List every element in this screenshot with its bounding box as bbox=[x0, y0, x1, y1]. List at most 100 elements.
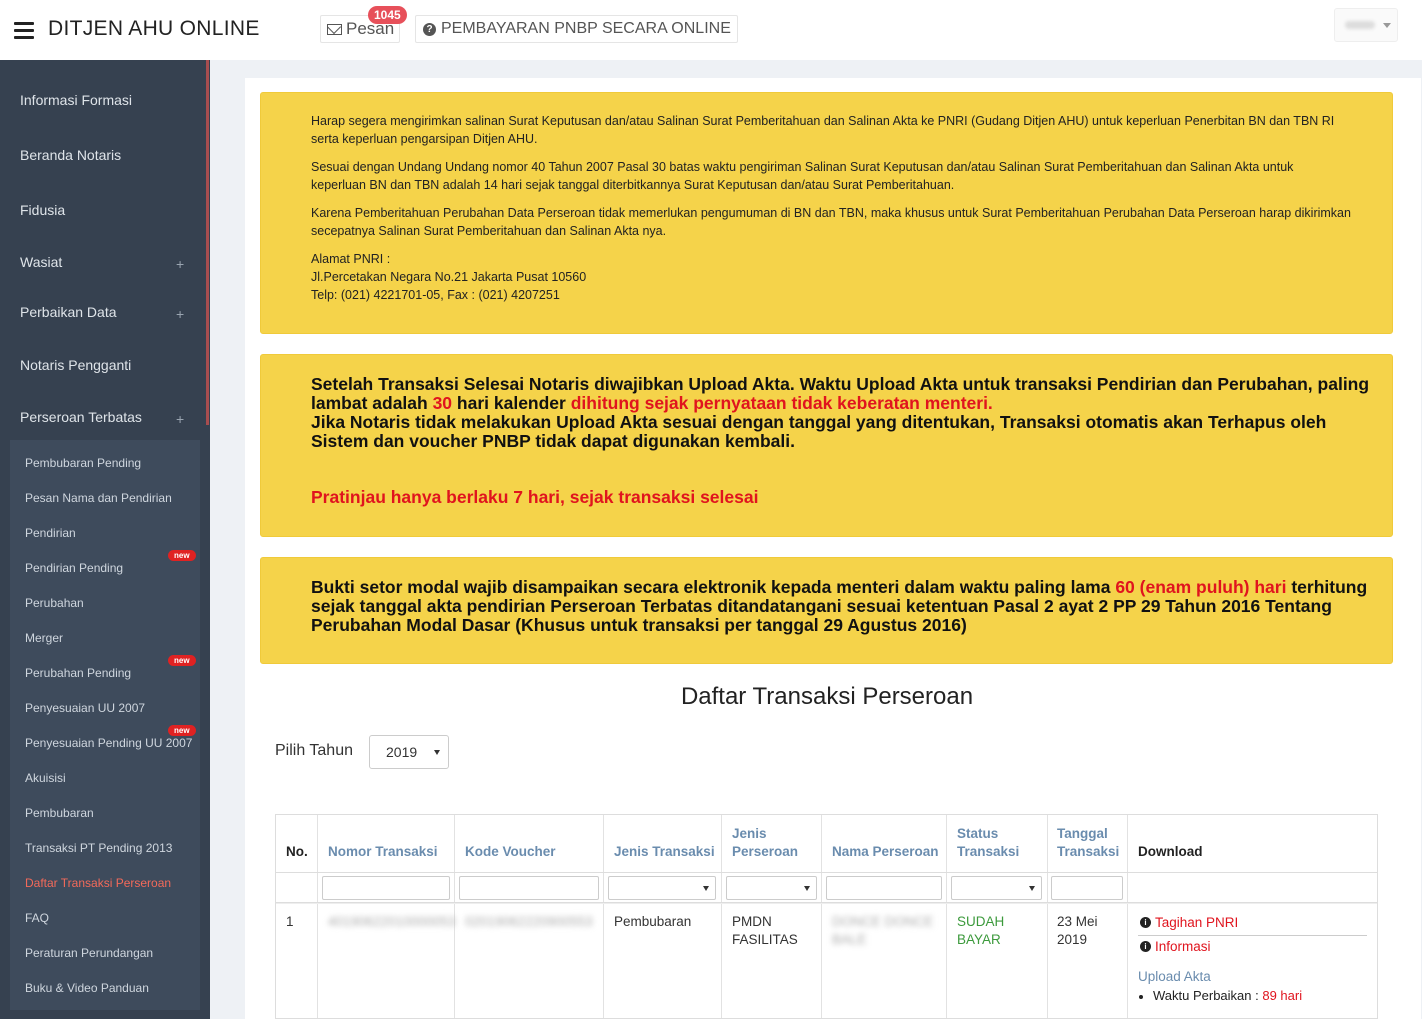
cell-nomor-transaksi: 40190622010000053 bbox=[328, 914, 456, 929]
informasi-link[interactable]: i Informasi bbox=[1140, 939, 1211, 954]
info-circle-icon: i bbox=[1140, 917, 1151, 928]
submenu-item-faq[interactable]: FAQ bbox=[25, 911, 49, 925]
bukti-setor-text: Bukti setor modal wajib disampaikan seca… bbox=[311, 578, 1371, 635]
col-header-download: Download bbox=[1138, 844, 1203, 859]
preview-warning: Pratinjau hanya berlaku 7 hari, sejak tr… bbox=[311, 487, 759, 507]
submenu-item-pendirian[interactable]: Pendirian bbox=[25, 526, 76, 540]
expand-plus-icon[interactable]: + bbox=[176, 411, 184, 427]
filter-nomor-transaksi-input[interactable] bbox=[322, 876, 450, 900]
col-header-jenis-perseroan[interactable]: Jenis Perseroan bbox=[732, 825, 798, 861]
tagihan-pnri-label: Tagihan PNRI bbox=[1155, 915, 1239, 930]
col-header-status-transaksi[interactable]: Status Transaksi bbox=[957, 825, 1019, 861]
filter-jenis-transaksi-select[interactable] bbox=[608, 876, 716, 900]
filter-jenis-perseroan-select[interactable] bbox=[726, 876, 817, 900]
year-select[interactable]: 2019 bbox=[369, 735, 449, 769]
notice-text: Bukti setor modal wajib disampaikan seca… bbox=[311, 577, 1116, 597]
notice-upload-akta: Setelah Transaksi Selesai Notaris diwaji… bbox=[260, 354, 1393, 537]
notice-bukti-setor: Bukti setor modal wajib disampaikan seca… bbox=[260, 557, 1393, 664]
informasi-label: Informasi bbox=[1155, 939, 1211, 954]
cell-no: 1 bbox=[286, 914, 294, 929]
top-header: DITJEN AHU ONLINE Pesan 1045 ? PEMBAYARA… bbox=[0, 0, 1422, 60]
sidebar-item-perseroan-terbatas[interactable]: Perseroan Terbatas bbox=[20, 409, 142, 425]
cell-kode-voucher: 02019062220900553 bbox=[465, 914, 593, 929]
submenu-item-peraturan-perundangan[interactable]: Peraturan Perundangan bbox=[25, 946, 153, 960]
cell-line: 23 Mei bbox=[1057, 914, 1098, 929]
pnbp-label: PEMBAYARAN PNBP SECARA ONLINE bbox=[441, 20, 731, 37]
cell-line: 2019 bbox=[1057, 932, 1088, 947]
col-header-jenis-transaksi[interactable]: Jenis Transaksi bbox=[614, 843, 715, 861]
cell-tanggal-transaksi: 23 Mei 2019 bbox=[1057, 913, 1098, 949]
notice-paragraph: Sesuai dengan Undang Undang nomor 40 Tah… bbox=[311, 160, 1294, 192]
pnbp-online-button[interactable]: ? PEMBAYARAN PNBP SECARA ONLINE bbox=[415, 15, 738, 43]
filter-nama-perseroan-input[interactable] bbox=[826, 876, 942, 900]
submenu-item-pesan-nama-pendirian[interactable]: Pesan Nama dan Pendirian bbox=[25, 491, 172, 505]
cell-jenis-perseroan: PMDN FASILITAS bbox=[732, 913, 798, 949]
tagihan-pnri-link[interactable]: i Tagihan PNRI bbox=[1140, 915, 1238, 930]
filter-kode-voucher-input[interactable] bbox=[459, 876, 599, 900]
submenu-item-buku-video-panduan[interactable]: Buku & Video Panduan bbox=[25, 981, 149, 995]
filter-status-transaksi-select[interactable] bbox=[951, 876, 1042, 900]
waktu-perbaikan-label: Waktu Perbaikan bbox=[1153, 988, 1252, 1003]
cell-line: BAYAR bbox=[957, 932, 1001, 947]
submenu-item-pembubaran-pending[interactable]: Pembubaran Pending bbox=[25, 456, 141, 470]
sidebar-item-beranda-notaris[interactable]: Beranda Notaris bbox=[20, 147, 121, 163]
cell-line: PMDN bbox=[732, 914, 772, 929]
notice-pnri: Harap segera mengirimkan salinan Surat K… bbox=[260, 92, 1393, 334]
address-phone: Telp: (021) 4221701-05, Fax : (021) 4207… bbox=[311, 288, 560, 302]
user-dropdown[interactable] bbox=[1334, 8, 1398, 42]
notice-text: hari kalender bbox=[452, 393, 571, 413]
col-header-nomor-transaksi[interactable]: Nomor Transaksi bbox=[328, 843, 438, 861]
caret-down-icon bbox=[434, 750, 440, 755]
header-line: Transaksi bbox=[1057, 844, 1120, 859]
cell-line: DONCE DONCE bbox=[832, 914, 934, 929]
submenu-item-penyesuaian-uu-2007[interactable]: Penyesuaian UU 2007 bbox=[25, 701, 145, 715]
envelope-icon bbox=[327, 23, 342, 35]
sidebar-item-fidusia[interactable]: Fidusia bbox=[20, 202, 65, 218]
new-badge: new bbox=[168, 550, 196, 561]
app-brand[interactable]: DITJEN AHU ONLINE bbox=[48, 17, 260, 41]
cell-line: BALE bbox=[832, 932, 867, 947]
submenu-item-penyesuaian-pending-uu-2007[interactable]: Penyesuaian Pending UU 2007 bbox=[25, 736, 192, 750]
submenu-item-pendirian-pending[interactable]: Pendirian Pending bbox=[25, 561, 123, 575]
divider bbox=[1138, 935, 1367, 936]
col-header-kode-voucher[interactable]: Kode Voucher bbox=[465, 843, 556, 861]
header-line: Perseroan bbox=[732, 844, 799, 859]
highlight-days: 30 bbox=[432, 393, 453, 413]
sidebar-item-notaris-pengganti[interactable]: Notaris Pengganti bbox=[20, 357, 131, 373]
question-circle-icon: ? bbox=[423, 22, 436, 36]
notice-text: Jika Notaris tidak melakukan Upload Akta… bbox=[311, 412, 1327, 451]
header-line: Transaksi bbox=[957, 844, 1020, 859]
expand-plus-icon[interactable]: + bbox=[176, 256, 184, 272]
submenu-item-akuisisi[interactable]: Akuisisi bbox=[25, 771, 66, 785]
header-line: Jenis bbox=[732, 826, 767, 841]
submenu-item-daftar-transaksi-perseroan[interactable]: Daftar Transaksi Perseroan bbox=[25, 876, 171, 890]
hamburger-menu-icon[interactable] bbox=[14, 22, 34, 39]
col-header-nama-perseroan[interactable]: Nama Perseroan bbox=[832, 843, 939, 861]
year-select-value: 2019 bbox=[386, 744, 418, 760]
address-line: Jl.Percetakan Negara No.21 Jakarta Pusat… bbox=[311, 270, 587, 284]
sidebar-item-wasiat[interactable]: Wasiat bbox=[20, 254, 62, 270]
transactions-table: No. Nomor Transaksi Kode Voucher Jenis T… bbox=[275, 814, 1378, 1019]
waktu-perbaikan-value: 89 hari bbox=[1262, 988, 1303, 1003]
new-badge: new bbox=[168, 725, 196, 736]
submenu-item-perubahan-pending[interactable]: Perubahan Pending bbox=[25, 666, 131, 680]
highlight-note: dihitung sejak pernyataan tidak keberata… bbox=[570, 393, 993, 413]
submenu-item-merger[interactable]: Merger bbox=[25, 631, 63, 645]
sidebar-item-informasi-formasi[interactable]: Informasi Formasi bbox=[20, 92, 132, 108]
upload-akta-label[interactable]: Upload Akta bbox=[1138, 969, 1211, 984]
cell-nama-perseroan: DONCE DONCE BALE bbox=[832, 913, 933, 949]
filter-tanggal-input[interactable] bbox=[1051, 876, 1123, 900]
caret-down-icon bbox=[1383, 22, 1391, 28]
expand-plus-icon[interactable]: + bbox=[176, 306, 184, 322]
cell-jenis-transaksi: Pembubaran bbox=[614, 914, 692, 929]
header-line: Status bbox=[957, 826, 999, 841]
submenu-item-transaksi-pt-pending-2013[interactable]: Transaksi PT Pending 2013 bbox=[25, 841, 172, 855]
sidebar-item-perbaikan-data[interactable]: Perbaikan Data bbox=[20, 304, 117, 320]
sidebar-scroll-indicator bbox=[206, 60, 209, 425]
submenu-item-pembubaran[interactable]: Pembubaran bbox=[25, 806, 94, 820]
bullet-icon bbox=[1139, 994, 1143, 999]
submenu-item-perubahan[interactable]: Perubahan bbox=[25, 596, 84, 610]
cell-status-transaksi: SUDAH BAYAR bbox=[957, 913, 1004, 949]
address-title: Alamat PNRI : bbox=[311, 252, 391, 266]
col-header-tanggal-transaksi[interactable]: Tanggal Transaksi bbox=[1057, 825, 1119, 861]
